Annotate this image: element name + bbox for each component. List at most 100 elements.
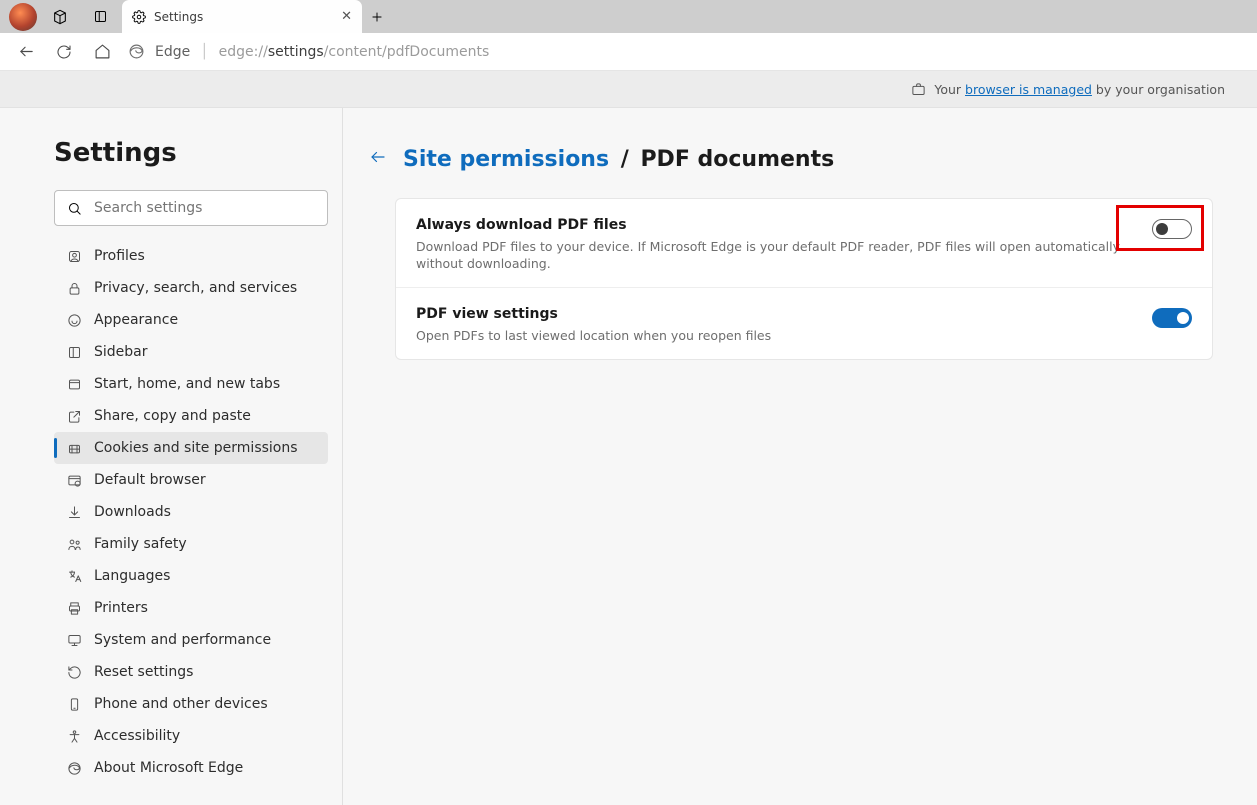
home-icon	[94, 43, 111, 60]
edge-logo-icon	[128, 43, 145, 60]
sidebar-item-label: Downloads	[94, 504, 171, 520]
sidebar-item-sidebar[interactable]: Sidebar	[54, 336, 328, 368]
layout: Settings Profiles Privacy, search, and se…	[0, 108, 1257, 805]
arrow-left-icon	[369, 148, 387, 166]
sidebar-nav: Profiles Privacy, search, and services App…	[54, 240, 328, 784]
titlebar: Settings ✕	[0, 0, 1257, 33]
printer-icon	[66, 601, 82, 616]
main: Site permissions / PDF documents Always …	[343, 108, 1257, 805]
sidebar-item-privacy-search-and-services[interactable]: Privacy, search, and services	[54, 272, 328, 304]
search-icon	[67, 201, 82, 216]
sidebar-item-default-browser[interactable]: Default browser	[54, 464, 328, 496]
close-tab-button[interactable]: ✕	[341, 9, 352, 24]
toggle-switch[interactable]	[1152, 219, 1192, 239]
sidebar-item-label: Share, copy and paste	[94, 408, 251, 424]
system-icon	[66, 633, 82, 648]
share-icon	[66, 409, 82, 424]
sidebar-item-label: Default browser	[94, 472, 206, 488]
toggle-switch[interactable]	[1152, 308, 1192, 328]
setting-description: Download PDF files to your device. If Mi…	[416, 239, 1128, 273]
sidebar: Settings Profiles Privacy, search, and se…	[0, 108, 343, 805]
tab-settings[interactable]: Settings ✕	[122, 0, 362, 33]
address-bar[interactable]: Edge │ edge://settings/content/pdfDocume…	[128, 43, 489, 60]
search-input[interactable]	[94, 200, 315, 216]
phone-icon	[66, 697, 82, 712]
refresh-button[interactable]	[46, 34, 82, 70]
sidebar-item-label: Phone and other devices	[94, 696, 268, 712]
tab-title: Settings	[154, 10, 333, 24]
sidebar-item-reset-settings[interactable]: Reset settings	[54, 656, 328, 688]
brand-label: Edge	[155, 44, 190, 60]
tab-actions-icon	[93, 9, 108, 24]
avatar	[9, 3, 37, 31]
setting-row: Always download PDF files Download PDF fi…	[396, 199, 1212, 287]
plus-icon	[370, 10, 384, 24]
search-settings[interactable]	[54, 190, 328, 226]
home-button[interactable]	[84, 34, 120, 70]
setting-title: PDF view settings	[416, 306, 1128, 322]
family-icon	[66, 537, 82, 552]
workspaces-button[interactable]	[40, 0, 80, 33]
back-button[interactable]	[8, 34, 44, 70]
sidebar-item-label: Appearance	[94, 312, 178, 328]
managed-banner: Your browser is managed by your organisa…	[0, 71, 1257, 108]
sidebar-item-family-safety[interactable]: Family safety	[54, 528, 328, 560]
breadcrumb-parent[interactable]: Site permissions	[403, 147, 609, 172]
tab-actions-button[interactable]	[80, 0, 120, 33]
sidebar-item-label: Sidebar	[94, 344, 148, 360]
profile-icon	[66, 249, 82, 264]
download-icon	[66, 505, 82, 520]
sidebar-item-cookies-and-site-permissions[interactable]: Cookies and site permissions	[54, 432, 328, 464]
edge-logo-icon	[66, 761, 82, 776]
sidebar-item-label: System and performance	[94, 632, 271, 648]
sidebar-item-profiles[interactable]: Profiles	[54, 240, 328, 272]
sidebar-item-label: Family safety	[94, 536, 187, 552]
appearance-icon	[66, 313, 82, 328]
page-title: Settings	[54, 138, 328, 168]
sidebar-item-label: Languages	[94, 568, 170, 584]
sidebar-icon	[66, 345, 82, 360]
cookies-icon	[66, 441, 82, 456]
language-icon	[66, 569, 82, 584]
sidebar-item-appearance[interactable]: Appearance	[54, 304, 328, 336]
managed-link[interactable]: browser is managed	[965, 82, 1092, 97]
url-text: edge://settings/content/pdfDocuments	[219, 44, 490, 60]
sidebar-item-label: Start, home, and new tabs	[94, 376, 280, 392]
sidebar-item-share-copy-and-paste[interactable]: Share, copy and paste	[54, 400, 328, 432]
breadcrumb-title: Site permissions / PDF documents	[403, 147, 834, 172]
sidebar-item-label: Accessibility	[94, 728, 180, 744]
avatar-button[interactable]	[0, 0, 40, 33]
sidebar-item-accessibility[interactable]: Accessibility	[54, 720, 328, 752]
reset-icon	[66, 665, 82, 680]
breadcrumb-current: PDF documents	[640, 147, 834, 172]
arrow-left-icon	[18, 43, 35, 60]
sidebar-item-label: Privacy, search, and services	[94, 280, 297, 296]
sidebar-item-system-and-performance[interactable]: System and performance	[54, 624, 328, 656]
cube-icon	[52, 9, 68, 25]
back-arrow-button[interactable]	[365, 144, 391, 174]
sidebar-item-languages[interactable]: Languages	[54, 560, 328, 592]
sidebar-item-label: Cookies and site permissions	[94, 440, 298, 456]
home-tab-icon	[66, 377, 82, 392]
sidebar-item-label: Profiles	[94, 248, 145, 264]
sidebar-item-about-microsoft-edge[interactable]: About Microsoft Edge	[54, 752, 328, 784]
setting-description: Open PDFs to last viewed location when y…	[416, 328, 1128, 345]
lock-icon	[66, 281, 82, 296]
refresh-icon	[56, 44, 72, 60]
sidebar-item-downloads[interactable]: Downloads	[54, 496, 328, 528]
gear-icon	[132, 10, 146, 24]
browser-icon	[66, 473, 82, 488]
separator: │	[200, 44, 208, 60]
settings-card: Always download PDF files Download PDF fi…	[395, 198, 1213, 360]
briefcase-icon	[911, 82, 926, 97]
sidebar-item-label: Reset settings	[94, 664, 193, 680]
accessibility-icon	[66, 729, 82, 744]
sidebar-item-start-home-and-new-tabs[interactable]: Start, home, and new tabs	[54, 368, 328, 400]
setting-title: Always download PDF files	[416, 217, 1128, 233]
sidebar-item-printers[interactable]: Printers	[54, 592, 328, 624]
banner-text: Your browser is managed by your organisa…	[934, 82, 1225, 97]
toolbar: Edge │ edge://settings/content/pdfDocume…	[0, 33, 1257, 71]
new-tab-button[interactable]	[362, 10, 392, 24]
sidebar-item-label: About Microsoft Edge	[94, 760, 243, 776]
sidebar-item-phone-and-other-devices[interactable]: Phone and other devices	[54, 688, 328, 720]
